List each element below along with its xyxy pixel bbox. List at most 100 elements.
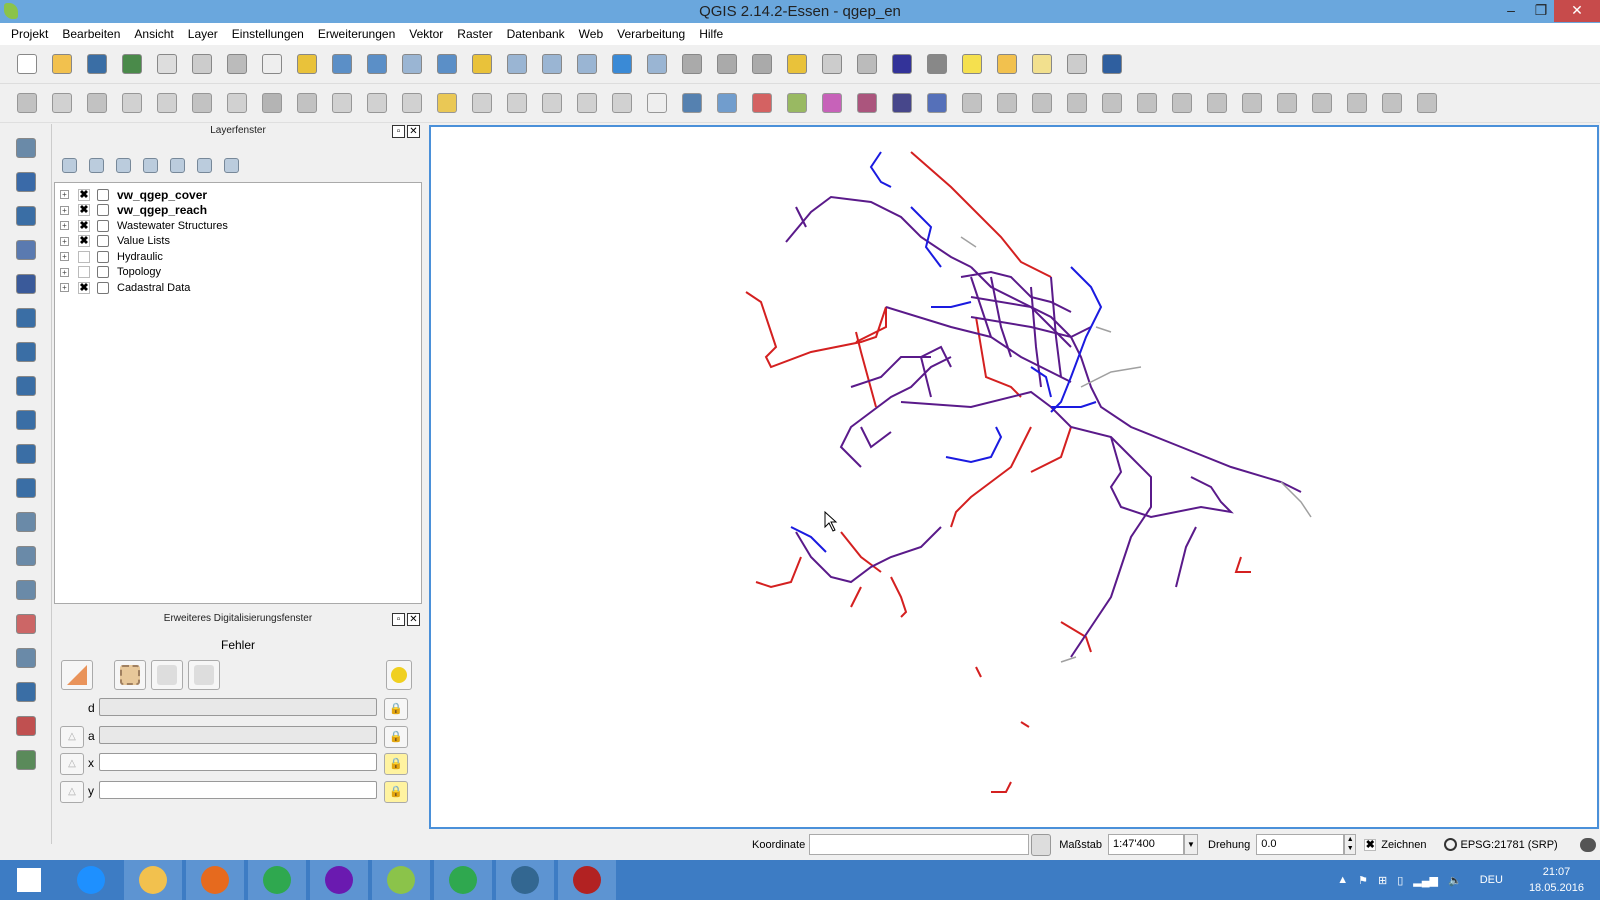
menu-erweiterungen[interactable]: Erweiterungen xyxy=(311,27,402,41)
georeferencer-button[interactable] xyxy=(747,88,777,118)
add-db2-layer-button[interactable] xyxy=(11,338,41,366)
add-delimited-text-button[interactable] xyxy=(11,474,41,502)
deselect-button[interactable] xyxy=(782,49,812,79)
statistics-sum-button[interactable] xyxy=(887,49,917,79)
messages-icon[interactable] xyxy=(1579,837,1596,852)
close-panel-button[interactable]: ✕ xyxy=(407,613,420,626)
move-feature-button[interactable] xyxy=(187,88,217,118)
windows-icon[interactable]: ⊞ xyxy=(1378,874,1387,887)
paste-button[interactable] xyxy=(362,88,392,118)
adv-edit-11-button[interactable] xyxy=(1307,88,1337,118)
search-app-task[interactable] xyxy=(310,860,368,900)
delete-selected-button[interactable] xyxy=(257,88,287,118)
file-explorer-task[interactable] xyxy=(124,860,182,900)
label-rotate-button[interactable] xyxy=(572,88,602,118)
expression-filter-icon[interactable] xyxy=(143,157,158,173)
adv-edit-1-button[interactable] xyxy=(957,88,987,118)
topology-checker-button[interactable] xyxy=(11,746,41,774)
copy-button[interactable] xyxy=(327,88,357,118)
add-oracle-layer-button[interactable] xyxy=(11,304,41,332)
add-group-icon[interactable] xyxy=(62,157,77,173)
menu-verarbeitung[interactable]: Verarbeitung xyxy=(610,27,692,41)
add-wfs-layer-button[interactable] xyxy=(11,440,41,468)
construction-mode-button[interactable] xyxy=(61,660,93,690)
zoom-in-button[interactable] xyxy=(327,49,357,79)
label-move-button[interactable] xyxy=(537,88,567,118)
layer-item[interactable]: + ✖ Wastewater Structures xyxy=(55,218,421,234)
adv-edit-2-button[interactable] xyxy=(992,88,1022,118)
expand-icon[interactable]: + xyxy=(60,190,69,200)
rotation-input[interactable]: 0.0 xyxy=(1256,834,1345,855)
filter-icon[interactable] xyxy=(116,157,131,173)
zoom-last-button[interactable] xyxy=(537,49,567,79)
lock-icon[interactable]: 🔒 xyxy=(384,698,408,720)
label-highlight-button[interactable] xyxy=(432,88,462,118)
python-button[interactable] xyxy=(677,88,707,118)
adv-edit-4-button[interactable] xyxy=(1062,88,1092,118)
expand-icon[interactable]: + xyxy=(60,252,69,262)
zoom-full-button[interactable] xyxy=(432,49,462,79)
lock-icon[interactable]: 🔒 xyxy=(384,780,408,803)
add-virtual-layer-button[interactable] xyxy=(11,508,41,536)
label-show-button[interactable] xyxy=(502,88,532,118)
network-map[interactable] xyxy=(431,127,1597,827)
csw-button[interactable] xyxy=(642,88,672,118)
adv-edit-5-button[interactable] xyxy=(1097,88,1127,118)
add-raster-layer-button[interactable] xyxy=(11,168,41,196)
menu-vektor[interactable]: Vektor xyxy=(402,27,450,41)
layer-visibility-checkbox[interactable] xyxy=(78,250,90,263)
adv-edit-9-button[interactable] xyxy=(1237,88,1267,118)
menu-bearbeiten[interactable]: Bearbeiten xyxy=(55,27,127,41)
add-wms-layer-button[interactable] xyxy=(11,372,41,400)
cut-button[interactable] xyxy=(292,88,322,118)
save-edits-button[interactable] xyxy=(82,88,112,118)
input-language[interactable]: DEU xyxy=(1480,874,1503,886)
new-shapefile-button[interactable] xyxy=(11,542,41,570)
action-button[interactable] xyxy=(677,49,707,79)
zoom-next-button[interactable] xyxy=(572,49,602,79)
new-bookmark-button[interactable] xyxy=(992,49,1022,79)
expand-icon[interactable]: + xyxy=(60,221,69,231)
chevron-down-icon[interactable]: ▼ xyxy=(1184,834,1199,855)
zoom-out-button[interactable] xyxy=(362,49,392,79)
add-mssql-layer-button[interactable] xyxy=(11,270,41,298)
pan-to-selection-button[interactable] xyxy=(292,49,322,79)
relative-toggle-button[interactable]: △ xyxy=(60,780,84,803)
toggle-editing-button[interactable] xyxy=(47,88,77,118)
float-panel-button[interactable]: ▫ xyxy=(392,613,405,626)
crs-button[interactable]: EPSG:21781 (SRP) xyxy=(1460,839,1557,851)
add-feature-button[interactable] xyxy=(117,88,147,118)
layer-item[interactable]: + ✖ Value Lists xyxy=(55,234,421,250)
node-tool-button[interactable] xyxy=(152,88,182,118)
globe-icon[interactable] xyxy=(1444,838,1458,851)
add-vector-layer-button[interactable] xyxy=(11,134,41,162)
field-calculator-button[interactable] xyxy=(852,49,882,79)
layer-item[interactable]: + ✖ Cadastral Data xyxy=(55,280,421,296)
layer-item[interactable]: + ✖ vw_qgep_reach xyxy=(55,203,421,219)
scale-combo[interactable]: 1:47'400 xyxy=(1108,834,1185,855)
relative-toggle-button[interactable]: △ xyxy=(60,725,84,748)
layer-visibility-checkbox[interactable]: ✖ xyxy=(78,188,90,201)
layer-visibility-checkbox[interactable]: ✖ xyxy=(78,204,90,217)
zoom-layer-button[interactable] xyxy=(502,49,532,79)
crosshair-button[interactable] xyxy=(11,610,41,638)
label-pin-button[interactable] xyxy=(467,88,497,118)
help-button[interactable] xyxy=(1097,49,1127,79)
float-panel-button[interactable]: ▫ xyxy=(392,125,405,138)
identify-button[interactable] xyxy=(642,49,672,79)
layer-item[interactable]: + ✖ vw_qgep_cover xyxy=(55,187,421,203)
menu-layer[interactable]: Layer xyxy=(181,27,225,41)
chrome-task[interactable] xyxy=(248,860,306,900)
map-canvas[interactable] xyxy=(429,125,1599,829)
lock-icon[interactable]: 🔒 xyxy=(384,753,408,775)
add-wcs-layer-button[interactable] xyxy=(11,406,41,434)
expand-icon[interactable]: + xyxy=(60,283,69,293)
parallel-button[interactable] xyxy=(188,660,220,690)
layer-visibility-checkbox[interactable] xyxy=(78,266,90,279)
zoom-selection-button[interactable] xyxy=(467,49,497,79)
grid-plugin-button[interactable] xyxy=(712,88,742,118)
network-signal-icon[interactable]: ▂▄▆ xyxy=(1413,874,1438,887)
adv-edit-10-button[interactable] xyxy=(1272,88,1302,118)
menu-datenbank[interactable]: Datenbank xyxy=(500,27,572,41)
battery-icon[interactable]: ▯ xyxy=(1397,874,1403,887)
